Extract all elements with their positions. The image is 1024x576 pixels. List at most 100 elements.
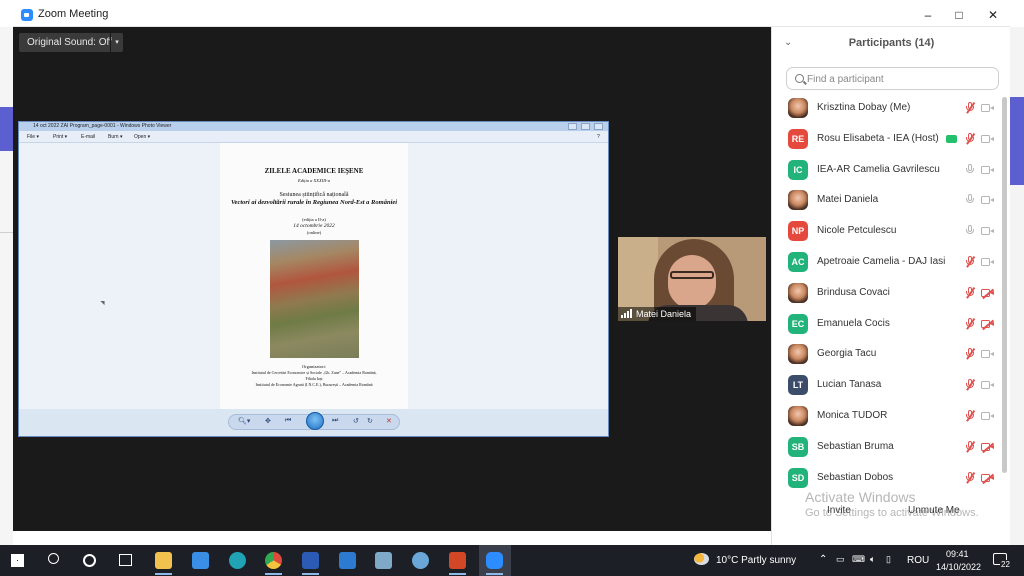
participant-search-input[interactable]: Find a participant: [786, 67, 999, 90]
zoom-logo-icon: [21, 9, 33, 21]
mic-muted-icon: [965, 317, 975, 331]
network-icon[interactable]: ▭: [836, 554, 845, 565]
close-button[interactable]: ✕: [976, 3, 1010, 27]
video-off-icon: [981, 442, 995, 452]
participants-title: Participants (14): [848, 37, 935, 49]
file-explorer-icon[interactable]: [155, 552, 172, 569]
activate-windows-subtext: Go to Settings to activate Windows.: [805, 507, 979, 519]
participant-name: Sebastian Dobos: [817, 471, 894, 483]
pv-slideshow-button-icon: [306, 412, 324, 430]
clock-date[interactable]: 14/10/2022: [936, 562, 981, 572]
participant-row[interactable]: Monica TUDOR: [772, 401, 1004, 432]
pv-menu-burn: Burn ▾: [108, 134, 123, 140]
minimize-button[interactable]: –: [911, 3, 945, 27]
doc-edition-2: (ediția a II-a): [302, 217, 326, 222]
mic-muted-icon: [965, 101, 975, 115]
participants-scrollbar[interactable]: [1002, 93, 1007, 477]
participant-name: Brindusa Covaci: [817, 286, 890, 298]
participant-row[interactable]: Matei Daniela: [772, 185, 1004, 216]
video-person-glasses: [670, 271, 714, 279]
battery-icon[interactable]: ▯: [886, 554, 891, 565]
background-banner: [0, 107, 13, 151]
video-off-icon: [981, 288, 995, 298]
document-page: ZILELE ACADEMICE IEŞENE Ediția a XXXIII-…: [220, 143, 408, 409]
mic-muted-icon: [965, 471, 975, 485]
participant-name: IEA-AR Camelia Gavrilescu: [817, 163, 940, 175]
participant-row[interactable]: IC IEA-AR Camelia Gavrilescu: [772, 155, 1004, 186]
original-sound-dropdown[interactable]: ▾: [110, 33, 123, 52]
participant-row[interactable]: EC Emanuela Cocis: [772, 309, 1004, 340]
language-tray-icon[interactable]: ⌨: [852, 554, 865, 565]
participant-row[interactable]: Brindusa Covaci: [772, 278, 1004, 309]
clock-time[interactable]: 09:41: [946, 549, 969, 559]
participant-initials-avatar: IC: [788, 159, 808, 180]
doc-theme: Vectori ai dezvoltării rurale în Regiune…: [230, 199, 398, 206]
chrome-icon[interactable]: [265, 552, 282, 569]
participant-photo-avatar: [788, 282, 808, 303]
paint-icon[interactable]: [412, 552, 429, 569]
participant-initials-avatar: RE: [788, 128, 808, 149]
edge-browser-icon[interactable]: [229, 552, 246, 569]
window-title: Zoom Meeting: [38, 8, 109, 20]
participant-row[interactable]: NP Nicole Petculescu: [772, 216, 1004, 247]
microsoft-store-icon[interactable]: [192, 552, 209, 569]
meeting-stage: Original Sound: Off ▾ 14 oct 2022 ZAI Pr…: [13, 27, 771, 531]
video-camera-icon: [981, 165, 995, 175]
pv-previous-icon: ⏮: [285, 417, 292, 424]
weather-text[interactable]: 10°C Partly sunny: [716, 555, 796, 566]
participants-list: Krisztina Dobay (Me) RE Rosu Elisabeta - I…: [772, 93, 1004, 493]
participant-initials-avatar: SB: [788, 436, 808, 457]
zoom-running-indicator: [486, 573, 503, 575]
doc-organizer-2: Institutul de Economie Agrară (I.N.C.E.)…: [255, 382, 373, 387]
participant-row[interactable]: AC Apetroaie Camelia - DAJ Iasi: [772, 247, 1004, 278]
notification-count: 22: [1000, 560, 1011, 569]
video-off-icon: [981, 319, 995, 329]
pv-rotate-right-icon: ↻: [367, 418, 373, 425]
doc-edition: Ediția a XXXIII-a: [298, 178, 330, 183]
video-name-label: Matei Daniela: [618, 307, 697, 321]
participant-row[interactable]: LT Lucian Tanasa: [772, 370, 1004, 401]
doc-organizer-1-branch: Filiala Iași: [305, 376, 323, 381]
search-icon: [795, 74, 804, 83]
participant-row[interactable]: SB Sebastian Bruma: [772, 432, 1004, 463]
scrollbar-thumb[interactable]: [1002, 97, 1007, 473]
snipping-tool-icon[interactable]: [375, 552, 392, 569]
participant-initials-avatar: EC: [788, 313, 808, 334]
input-language[interactable]: ROU: [907, 555, 929, 566]
pv-close-icon: [594, 123, 603, 130]
mouse-cursor-icon: [100, 298, 107, 306]
participant-photo-avatar: [788, 344, 808, 365]
chrome-running-indicator: [265, 573, 282, 575]
powerpoint-icon[interactable]: [449, 552, 466, 569]
video-tile[interactable]: Matei Daniela: [618, 237, 766, 321]
zoom-taskbar-icon[interactable]: [486, 552, 503, 569]
volume-icon[interactable]: 🔈︎: [870, 554, 875, 565]
task-view-icon[interactable]: [119, 554, 132, 566]
participant-initials-avatar: SD: [788, 467, 808, 488]
participant-row[interactable]: Georgia Tacu: [772, 339, 1004, 370]
participant-name: Lucian Tanasa: [817, 379, 882, 391]
pv-minimize-icon: [568, 123, 577, 130]
tray-expand-icon[interactable]: ⌃: [819, 554, 827, 565]
screen-sharing-icon: [946, 134, 957, 143]
start-windows-icon[interactable]: [11, 554, 24, 567]
participant-name: Apetroaie Camelia - DAJ Iasi: [817, 255, 946, 267]
windows-taskbar: 10°C Partly sunny ⌃ ▭ ⌨ 🔈︎ ▯ ROU 09:41 1…: [0, 545, 1024, 576]
original-sound-label: Original Sound: Off: [27, 37, 112, 48]
participant-row[interactable]: Krisztina Dobay (Me): [772, 93, 1004, 124]
original-sound-button[interactable]: Original Sound: Off ▾: [19, 33, 123, 52]
participant-name: Matei Daniela: [817, 194, 879, 206]
mail-icon[interactable]: [339, 552, 356, 569]
video-participant-name: Matei Daniela: [636, 309, 692, 319]
participant-row[interactable]: RE Rosu Elisabeta - IEA (Host): [772, 124, 1004, 155]
maximize-button[interactable]: □: [942, 3, 976, 27]
doc-title: ZILELE ACADEMICE IEŞENE: [264, 167, 364, 175]
screen: Zoom Meeting – □ ✕ Original Sound: Off ▾…: [0, 0, 1024, 576]
mic-muted-icon: [965, 378, 975, 392]
word-icon[interactable]: [302, 552, 319, 569]
cortana-icon[interactable]: [83, 554, 96, 567]
doc-session: Sesiunea științifică națională: [279, 192, 349, 198]
video-camera-icon: [981, 104, 995, 113]
taskbar-search-icon[interactable]: [48, 553, 59, 564]
pv-help-icon: ?: [597, 134, 600, 140]
